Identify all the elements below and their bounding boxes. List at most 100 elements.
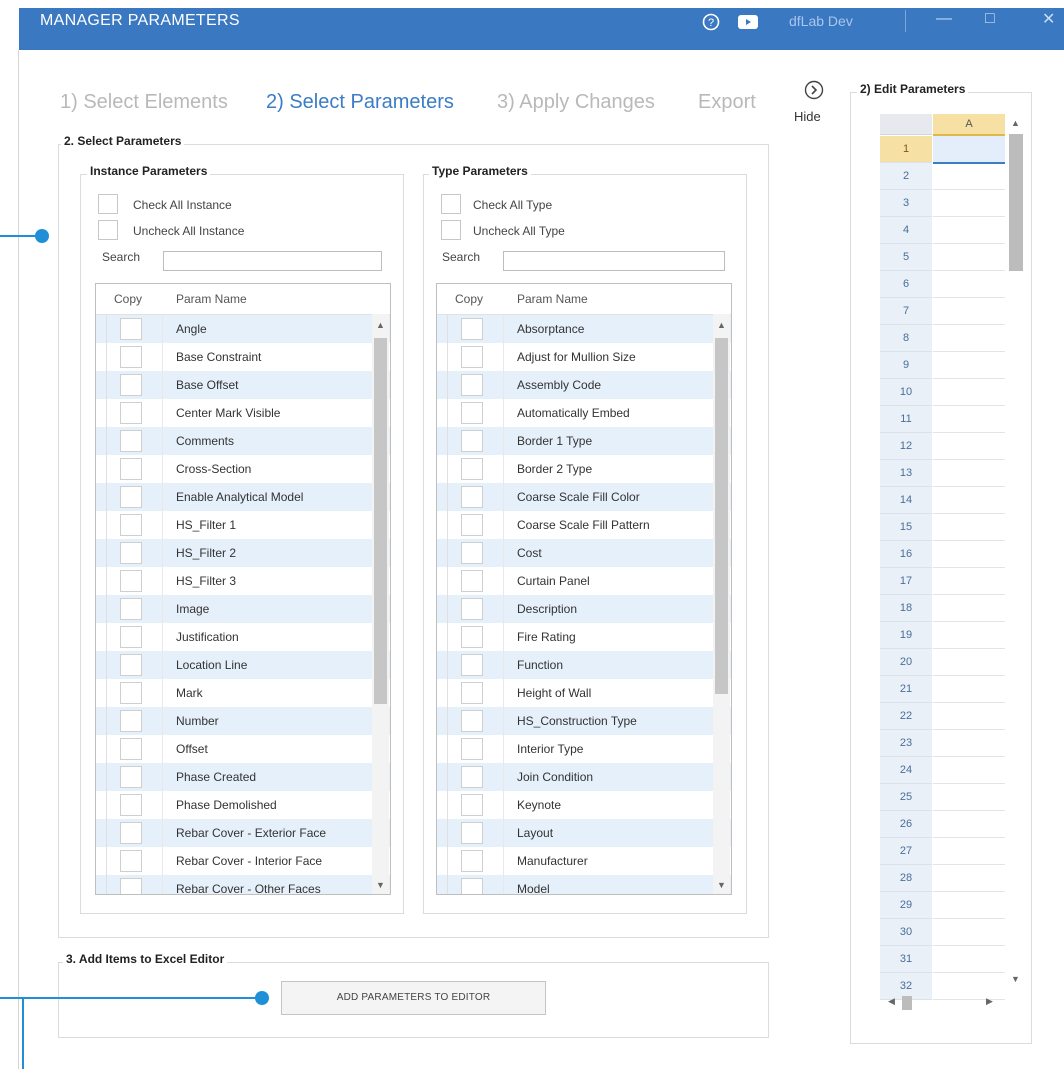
scroll-up-icon[interactable]: ▲ — [1011, 118, 1020, 128]
row-header[interactable] — [96, 399, 107, 427]
hide-label[interactable]: Hide — [794, 109, 821, 124]
row-header[interactable] — [437, 455, 448, 483]
row-number[interactable]: 24 — [880, 757, 932, 784]
row-header[interactable] — [96, 539, 107, 567]
instance-scrollbar[interactable]: ▲ ▼ — [372, 314, 389, 894]
table-row[interactable]: Height of Wall — [437, 679, 731, 707]
excel-row[interactable]: 16 — [880, 541, 1006, 568]
excel-row[interactable]: 11 — [880, 406, 1006, 433]
copy-checkbox[interactable] — [120, 570, 142, 592]
excel-row[interactable]: 10 — [880, 379, 1006, 406]
column-header-param-name[interactable]: Param Name — [517, 292, 588, 306]
copy-checkbox[interactable] — [120, 682, 142, 704]
row-number[interactable]: 27 — [880, 838, 932, 865]
copy-checkbox[interactable] — [120, 430, 142, 452]
uncheck-all-type-checkbox[interactable] — [441, 220, 461, 240]
user-label[interactable]: dfLab Dev — [789, 13, 853, 29]
table-row[interactable]: Phase Demolished — [96, 791, 390, 819]
excel-cell[interactable] — [933, 433, 1005, 460]
row-header[interactable] — [96, 651, 107, 679]
excel-cell[interactable] — [933, 190, 1005, 217]
scroll-down-icon[interactable]: ▼ — [376, 880, 385, 890]
table-row[interactable]: Curtain Panel — [437, 567, 731, 595]
copy-checkbox[interactable] — [461, 794, 483, 816]
row-header[interactable] — [437, 679, 448, 707]
help-icon[interactable]: ? — [702, 13, 720, 35]
table-row[interactable]: Automatically Embed — [437, 399, 731, 427]
column-header-a[interactable]: A — [933, 114, 1005, 136]
table-row[interactable]: Interior Type — [437, 735, 731, 763]
excel-cell[interactable] — [933, 298, 1005, 325]
row-number[interactable]: 3 — [880, 190, 932, 217]
row-number[interactable]: 22 — [880, 703, 932, 730]
table-row[interactable]: Adjust for Mullion Size — [437, 343, 731, 371]
row-header[interactable] — [96, 735, 107, 763]
table-row[interactable]: Fire Rating — [437, 623, 731, 651]
row-header[interactable] — [437, 651, 448, 679]
row-header[interactable] — [437, 623, 448, 651]
excel-cell[interactable] — [933, 406, 1005, 433]
row-number[interactable]: 9 — [880, 352, 932, 379]
table-row[interactable]: Layout — [437, 819, 731, 847]
check-all-instance-checkbox[interactable] — [98, 194, 118, 214]
row-number[interactable]: 18 — [880, 595, 932, 622]
scroll-thumb[interactable] — [1009, 134, 1023, 271]
row-header[interactable] — [96, 763, 107, 791]
row-number[interactable]: 16 — [880, 541, 932, 568]
row-number[interactable]: 1 — [880, 136, 932, 163]
excel-cell[interactable] — [933, 784, 1005, 811]
row-header[interactable] — [437, 483, 448, 511]
table-row[interactable]: Angle — [96, 315, 390, 343]
table-row[interactable]: Coarse Scale Fill Color — [437, 483, 731, 511]
excel-cell[interactable] — [933, 703, 1005, 730]
add-parameters-to-editor-button[interactable]: ADD PARAMETERS TO EDITOR — [281, 981, 546, 1015]
excel-cell[interactable] — [933, 622, 1005, 649]
copy-checkbox[interactable] — [461, 318, 483, 340]
copy-checkbox[interactable] — [120, 626, 142, 648]
table-row[interactable]: Rebar Cover - Interior Face — [96, 847, 390, 875]
table-row[interactable]: Justification — [96, 623, 390, 651]
copy-checkbox[interactable] — [461, 878, 483, 894]
video-icon[interactable] — [738, 15, 758, 33]
row-number[interactable]: 10 — [880, 379, 932, 406]
row-header[interactable] — [96, 679, 107, 707]
table-row[interactable]: HS_Filter 3 — [96, 567, 390, 595]
excel-row[interactable]: 18 — [880, 595, 1006, 622]
excel-row[interactable]: 3 — [880, 190, 1006, 217]
row-number[interactable]: 14 — [880, 487, 932, 514]
row-number[interactable]: 30 — [880, 919, 932, 946]
maximize-icon[interactable]: □ — [985, 10, 995, 28]
excel-editor-grid[interactable]: A 1 2 3 4 5 6 7 8 9 10 11 12 13 14 15 16 17 18 19 20 21 22 23 2… — [880, 114, 1026, 1020]
excel-row[interactable]: 5 — [880, 244, 1006, 271]
instance-parameters-grid[interactable]: Copy Param Name Angle Base Constraint Base… — [95, 283, 391, 895]
row-header[interactable] — [96, 427, 107, 455]
copy-checkbox[interactable] — [120, 374, 142, 396]
row-number[interactable]: 23 — [880, 730, 932, 757]
table-row[interactable]: Offset — [96, 735, 390, 763]
scroll-down-icon[interactable]: ▼ — [1011, 974, 1020, 984]
instance-search-input[interactable] — [163, 251, 382, 271]
copy-checkbox[interactable] — [461, 346, 483, 368]
excel-cell[interactable] — [933, 244, 1005, 271]
close-icon[interactable]: ✕ — [1042, 9, 1055, 29]
excel-cell[interactable] — [933, 649, 1005, 676]
row-number[interactable]: 17 — [880, 568, 932, 595]
scroll-up-icon[interactable]: ▲ — [717, 320, 726, 330]
row-header[interactable] — [96, 343, 107, 371]
corner-cell[interactable] — [880, 114, 932, 135]
copy-checkbox[interactable] — [461, 458, 483, 480]
table-row[interactable]: Keynote — [437, 791, 731, 819]
row-header[interactable] — [96, 511, 107, 539]
row-header[interactable] — [437, 315, 448, 343]
excel-hscroll[interactable]: ◀ ▶ — [880, 990, 1006, 1014]
row-number[interactable]: 28 — [880, 865, 932, 892]
row-header[interactable] — [437, 371, 448, 399]
row-header[interactable] — [437, 707, 448, 735]
table-row[interactable]: Center Mark Visible — [96, 399, 390, 427]
column-header-param-name[interactable]: Param Name — [176, 292, 247, 306]
copy-checkbox[interactable] — [461, 654, 483, 676]
uncheck-all-instance-checkbox[interactable] — [98, 220, 118, 240]
excel-row[interactable]: 13 — [880, 460, 1006, 487]
copy-checkbox[interactable] — [120, 318, 142, 340]
excel-cell[interactable] — [933, 676, 1005, 703]
